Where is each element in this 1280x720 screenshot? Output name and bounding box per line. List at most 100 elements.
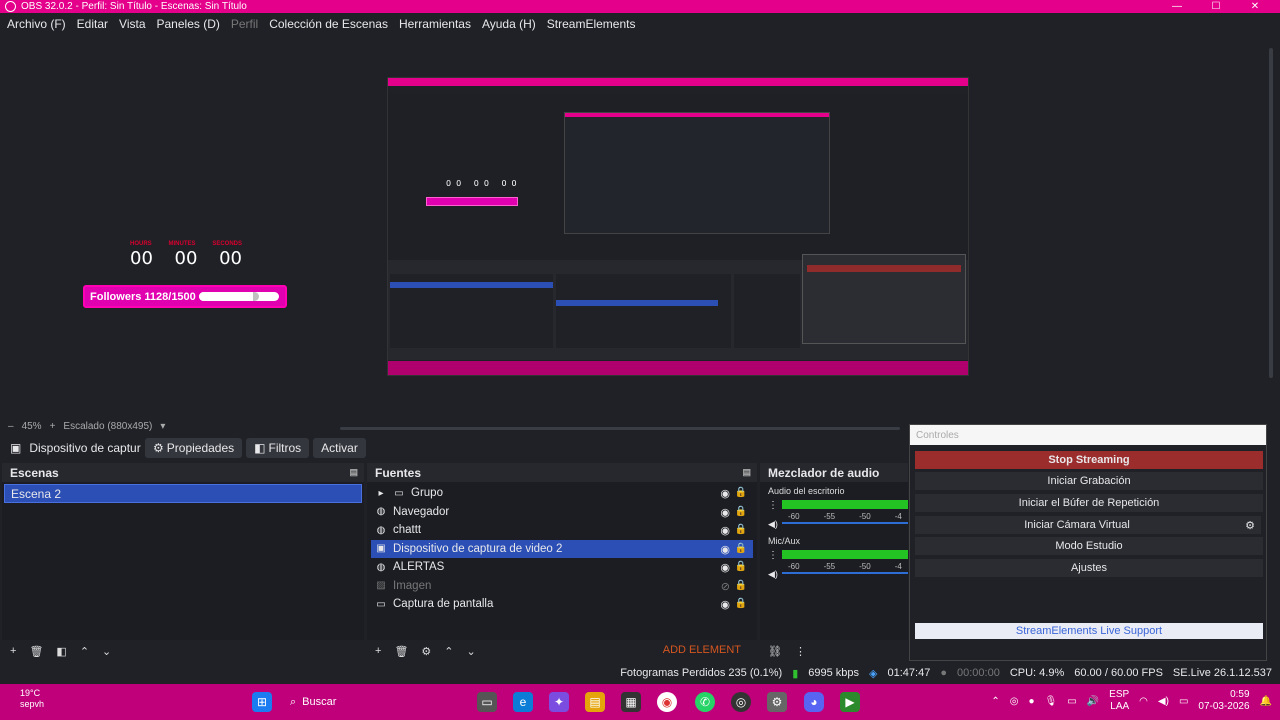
eye-icon[interactable]: ◉ xyxy=(720,487,730,500)
weather-widget[interactable]: 19°C sepvh xyxy=(20,688,44,710)
live-support-button[interactable]: StreamElements Live Support xyxy=(915,623,1263,639)
lock-icon[interactable]: 🔒 xyxy=(735,506,747,517)
remove-scene-icon[interactable]: 🗑 xyxy=(29,645,43,658)
source-item-imagen[interactable]: ▨ Imagen ⊘ 🔒 xyxy=(367,577,757,596)
add-element-button[interactable]: ADD ELEMENT xyxy=(663,644,741,656)
menu-perfil[interactable]: Perfil xyxy=(231,17,258,31)
volume-tray-icon[interactable]: 🔊 xyxy=(1087,696,1099,707)
studio-mode-button[interactable]: Modo Estudio xyxy=(915,537,1263,555)
move-up-icon[interactable]: ⌃ xyxy=(80,645,89,658)
dock-menu-icon[interactable]: ▤ xyxy=(349,467,358,478)
start-virtual-camera-button[interactable]: Iniciar Cámara Virtual xyxy=(915,516,1239,534)
taskbar-search[interactable]: ⌕ Buscar xyxy=(290,690,430,714)
speaker-icon[interactable]: ◀) xyxy=(768,569,778,580)
notification-bell-icon[interactable]: 🔔 xyxy=(1260,696,1272,707)
speaker-tray-icon[interactable]: ◀) xyxy=(1158,696,1169,707)
eye-icon[interactable]: ◉ xyxy=(720,524,730,537)
source-item-chattt[interactable]: ◍ chattt ◉ 🔒 xyxy=(367,521,757,540)
lock-icon[interactable]: 🔒 xyxy=(735,598,747,609)
preview-vertical-scrollbar[interactable] xyxy=(1269,48,1273,378)
lock-icon[interactable]: 🔒 xyxy=(735,580,747,591)
store-icon[interactable]: ▦ xyxy=(621,692,641,712)
menu-coleccion-escenas[interactable]: Colección de Escenas xyxy=(269,17,388,31)
source-item-navegador[interactable]: ◍ Navegador ◉ 🔒 xyxy=(367,503,757,522)
eye-icon[interactable]: ◉ xyxy=(720,543,730,556)
screen-capture-source[interactable]: 00 00 00 xyxy=(387,77,969,376)
wifi-icon[interactable]: ◠ xyxy=(1139,696,1148,707)
source-item-alertas[interactable]: ◍ ALERTAS ◉ 🔒 xyxy=(367,558,757,577)
menu-editar[interactable]: Editar xyxy=(77,17,108,31)
tray-overflow-icon[interactable]: ⌃ xyxy=(991,696,999,707)
clock[interactable]: 0:59 07-03-2026 xyxy=(1198,689,1249,713)
scale-mode[interactable]: Escalado (880x495) xyxy=(63,421,152,432)
source-item-captura-pantalla[interactable]: ▭ Captura de pantalla ◉ 🔒 xyxy=(367,595,757,614)
start-button-icon[interactable]: ⊞ xyxy=(252,692,272,712)
tray-app-icon[interactable]: ◎ xyxy=(1010,696,1019,707)
channel-menu-icon[interactable]: ⋮ xyxy=(768,500,778,511)
lock-icon[interactable]: 🔒 xyxy=(735,524,747,535)
minimize-button[interactable]: — xyxy=(1157,0,1197,13)
microphone-icon[interactable]: 🎙 xyxy=(1045,696,1058,707)
stop-streaming-button[interactable]: Stop Streaming xyxy=(915,451,1263,469)
tray-device-icon[interactable]: ▭ xyxy=(1067,696,1076,707)
obs-taskbar-icon[interactable]: ◎ xyxy=(731,692,751,712)
file-explorer-icon[interactable]: ▤ xyxy=(585,692,605,712)
edge-icon[interactable]: e xyxy=(513,692,533,712)
lock-icon[interactable]: 🔒 xyxy=(735,543,747,554)
scene-item[interactable]: Escena 2 xyxy=(4,484,362,503)
chrome-icon[interactable]: ◉ xyxy=(657,692,677,712)
source-properties-icon[interactable]: ⚙ xyxy=(421,645,431,658)
zoom-in-button[interactable]: + xyxy=(50,421,56,432)
preview-horizontal-scrollbar[interactable] xyxy=(340,427,900,430)
mixer-menu-icon[interactable]: ⋮ xyxy=(795,645,806,658)
activate-button[interactable]: Activar xyxy=(313,438,366,458)
copilot-icon[interactable]: ✦ xyxy=(549,692,569,712)
start-replay-buffer-button[interactable]: Iniciar el Búfer de Repetición xyxy=(915,494,1263,512)
menu-archivo[interactable]: Archivo (F) xyxy=(7,17,66,31)
channel-menu-icon[interactable]: ⋮ xyxy=(768,550,778,561)
menu-paneles[interactable]: Paneles (D) xyxy=(157,17,220,31)
add-scene-icon[interactable]: + xyxy=(10,645,16,657)
volume-slider[interactable] xyxy=(782,572,908,574)
dock-menu-icon[interactable]: ▤ xyxy=(742,467,751,478)
scene-filters-icon[interactable]: ◧ xyxy=(56,645,66,658)
settings-button[interactable]: Ajustes xyxy=(915,559,1263,577)
zoom-out-button[interactable]: – xyxy=(8,421,14,432)
move-down-icon[interactable]: ⌄ xyxy=(102,645,111,658)
close-button[interactable]: ✕ xyxy=(1235,0,1275,13)
keyboard-language[interactable]: ESP LAA xyxy=(1109,689,1129,713)
properties-button[interactable]: ⚙ Propiedades xyxy=(145,438,243,458)
volume-slider[interactable] xyxy=(782,522,908,524)
add-source-icon[interactable]: + xyxy=(375,645,381,657)
task-view-icon[interactable]: ▭ xyxy=(477,692,497,712)
expand-arrow-icon[interactable]: ▸ xyxy=(375,487,387,499)
eye-hidden-icon[interactable]: ⊘ xyxy=(721,580,730,593)
source-item-capture-device[interactable]: ▣ Dispositivo de captura de video 2 ◉ 🔒 xyxy=(371,539,753,558)
move-up-icon[interactable]: ⌃ xyxy=(444,645,453,658)
maximize-button[interactable]: ☐ xyxy=(1196,0,1236,13)
menu-vista[interactable]: Vista xyxy=(119,17,145,31)
discord-icon[interactable]: ◕ xyxy=(804,692,824,712)
battery-icon[interactable]: ▭ xyxy=(1179,696,1188,707)
source-item-grupo[interactable]: ▸ ▭ Grupo ◉ 🔒 xyxy=(367,484,757,503)
filters-button[interactable]: ◧ Filtros xyxy=(246,438,310,458)
move-down-icon[interactable]: ⌄ xyxy=(467,645,476,658)
start-recording-button[interactable]: Iniciar Grabación xyxy=(915,472,1263,490)
menu-herramientas[interactable]: Herramientas xyxy=(399,17,471,31)
tray-status-icon[interactable]: ● xyxy=(1029,696,1035,707)
mixer-link-icon[interactable]: ⛓ xyxy=(768,645,782,658)
lock-icon[interactable]: 🔒 xyxy=(735,487,747,498)
speaker-icon[interactable]: ◀) xyxy=(768,519,778,530)
menu-ayuda[interactable]: Ayuda (H) xyxy=(482,17,536,31)
settings-taskbar-icon[interactable]: ⚙ xyxy=(767,692,787,712)
eye-icon[interactable]: ◉ xyxy=(720,561,730,574)
lock-icon[interactable]: 🔒 xyxy=(735,561,747,572)
eye-icon[interactable]: ◉ xyxy=(720,598,730,611)
scale-dropdown-icon[interactable]: ▾ xyxy=(160,421,165,432)
whatsapp-icon[interactable]: ✆ xyxy=(695,692,715,712)
virtual-camera-settings-icon[interactable]: ⚙ xyxy=(1239,516,1261,534)
remove-source-icon[interactable]: 🗑 xyxy=(394,645,408,658)
menu-streamelements[interactable]: StreamElements xyxy=(547,17,636,31)
eye-icon[interactable]: ◉ xyxy=(720,506,730,519)
nvidia-icon[interactable]: ▶ xyxy=(840,692,860,712)
